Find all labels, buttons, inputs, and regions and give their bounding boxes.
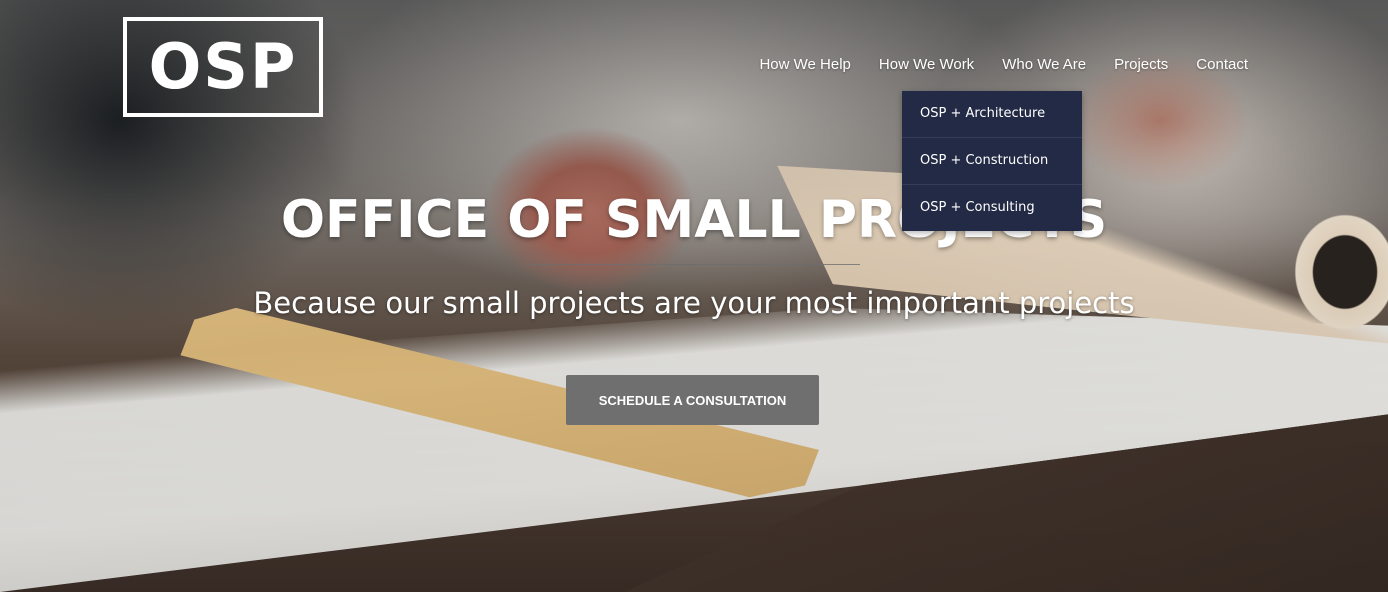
schedule-consultation-button[interactable]: SCHEDULE A CONSULTATION	[566, 375, 819, 425]
how-we-work-dropdown: OSP + Architecture OSP + Construction OS…	[902, 91, 1082, 231]
nav-item-contact[interactable]: Contact	[1196, 56, 1248, 73]
dropdown-item-construction[interactable]: OSP + Construction	[902, 138, 1082, 185]
hero-tagline: Because our small projects are your most…	[253, 286, 1135, 320]
main-nav: How We Help How We Work Who We Are Proje…	[759, 56, 1248, 73]
hero-section: OSP How We Help How We Work Who We Are P…	[0, 0, 1388, 592]
logo-text: OSP	[148, 30, 298, 103]
nav-item-who-we-are[interactable]: Who We Are	[1002, 56, 1086, 73]
hero-headline: OFFICE OF SMALL PROJECTS	[280, 190, 1108, 250]
logo[interactable]: OSP	[123, 17, 323, 117]
hero-divider	[530, 264, 860, 265]
nav-item-how-we-help[interactable]: How We Help	[759, 56, 850, 73]
dropdown-item-consulting[interactable]: OSP + Consulting	[902, 185, 1082, 231]
nav-item-how-we-work[interactable]: How We Work	[879, 56, 974, 73]
dropdown-item-architecture[interactable]: OSP + Architecture	[902, 91, 1082, 138]
nav-item-projects[interactable]: Projects	[1114, 56, 1168, 73]
